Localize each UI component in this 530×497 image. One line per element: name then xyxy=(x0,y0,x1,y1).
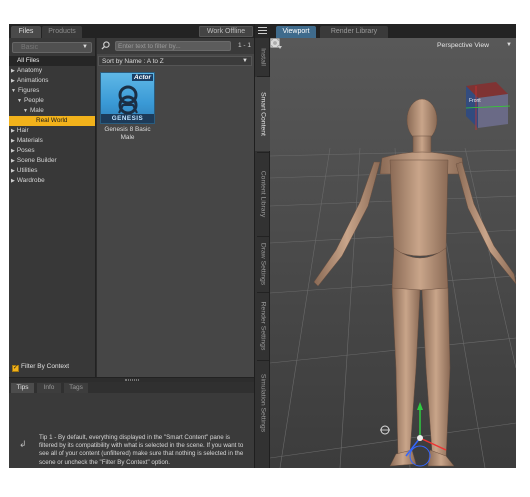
category-item-utilities[interactable]: ▶ Utilities xyxy=(9,166,95,176)
tab-products[interactable]: Products xyxy=(42,26,82,38)
tab-viewport[interactable]: Viewport xyxy=(276,26,316,38)
category-item-wardrobe[interactable]: ▶ Wardrobe xyxy=(9,176,95,186)
tab-draw-settings-label: Draw Settings xyxy=(259,242,267,286)
chevron-down-icon[interactable]: ▼ xyxy=(506,42,512,48)
view-cube-face-label: Front xyxy=(469,98,481,104)
asset-view: 1 - 1 Sort by Name : A to Z ▼ Actor GENE… xyxy=(97,38,254,377)
category-item-male[interactable]: ▼ Male xyxy=(9,106,95,116)
tab-smart-content-label: Smart Content xyxy=(259,92,267,136)
tab-files[interactable]: Files xyxy=(11,26,41,38)
collapse-arrow-icon[interactable]: ▼ xyxy=(23,108,28,114)
category-label: Male xyxy=(29,107,44,114)
category-label: Real World xyxy=(36,117,68,124)
tab-draw-settings[interactable]: Draw Settings xyxy=(255,237,271,291)
sort-label: Sort by Name : A to Z xyxy=(102,58,164,65)
content-pane-tabs: Files Products Work Offline xyxy=(9,24,254,38)
expand-arrow-icon[interactable]: ▶ xyxy=(11,178,15,184)
category-label: Hair xyxy=(16,127,29,134)
category-item-real-world[interactable]: Real World xyxy=(9,116,95,126)
category-item-scene-builder[interactable]: ▶ Scene Builder xyxy=(9,156,95,166)
tip-pointer-icon: ↲ xyxy=(19,439,27,449)
3d-viewport[interactable]: Perspective View ▼ Front xyxy=(270,38,516,468)
expand-arrow-icon[interactable]: ▶ xyxy=(11,168,15,174)
category-item-anatomy[interactable]: ▶ Anatomy xyxy=(9,66,95,76)
category-tree: All Files ▶ Anatomy ▶ Animations ▼ Figures ▼ Peo… xyxy=(9,56,95,186)
daz-studio-window: Files Products Work Offline Basic ▼ All … xyxy=(9,24,516,468)
filter-by-context-checkbox[interactable]: ✓ Filter By Context xyxy=(12,362,69,372)
expand-arrow-icon[interactable]: ▶ xyxy=(11,158,15,164)
checkmark-icon: ✓ xyxy=(12,365,19,372)
category-panel: Basic ▼ All Files ▶ Anatomy ▶ Animations ▼ Fig… xyxy=(9,38,96,377)
menu-icon[interactable] xyxy=(258,27,267,34)
view-layout-icon[interactable] xyxy=(270,38,280,48)
tips-tab-bar: Tips Info Tags xyxy=(9,382,254,393)
tab-install[interactable]: Install xyxy=(255,39,271,75)
category-item-animations[interactable]: ▶ Animations xyxy=(9,76,95,86)
category-label: Anatomy xyxy=(16,67,43,74)
viewport-tab-bar: Viewport Render Library xyxy=(270,24,516,38)
expand-arrow-icon[interactable]: ▶ xyxy=(11,148,15,154)
result-count: 1 - 1 xyxy=(237,42,251,49)
collapse-arrow-icon[interactable]: ▼ xyxy=(11,88,16,94)
chevron-down-icon: ▼ xyxy=(82,44,88,50)
category-label: Wardrobe xyxy=(16,177,45,184)
tab-tags[interactable]: Tags xyxy=(64,383,88,393)
sort-dropdown[interactable]: Sort by Name : A to Z ▼ xyxy=(98,56,252,66)
category-item-hair[interactable]: ▶ Hair xyxy=(9,126,95,136)
expand-arrow-icon[interactable]: ▶ xyxy=(11,78,15,84)
tab-simulation-settings[interactable]: Simulation Settings xyxy=(255,361,271,445)
genesis-label: GENESIS xyxy=(101,114,154,123)
tab-render-settings[interactable]: Render Settings xyxy=(255,293,271,359)
category-label: Utilities xyxy=(16,167,38,174)
tab-render-library[interactable]: Render Library xyxy=(320,26,388,38)
expand-arrow-icon[interactable]: ▶ xyxy=(11,128,15,134)
tab-render-settings-label: Render Settings xyxy=(259,301,267,351)
search-bar: 1 - 1 xyxy=(97,38,254,54)
tips-panel: ↲ Tip 1 - By default, everything display… xyxy=(9,393,254,468)
filter-mode-dropdown[interactable]: Basic ▼ xyxy=(12,42,92,53)
category-item-materials[interactable]: ▶ Materials xyxy=(9,136,95,146)
vertical-tab-strip: Install Smart Content Content Library Dr… xyxy=(254,24,271,468)
category-item-poses[interactable]: ▶ Poses xyxy=(9,146,95,156)
category-label: Poses xyxy=(16,147,35,154)
category-label: Materials xyxy=(16,137,43,144)
tab-content-library-label: Content Library xyxy=(259,170,267,218)
category-label: Figures xyxy=(17,87,40,94)
expand-arrow-icon[interactable]: ▶ xyxy=(11,68,15,74)
category-item-figures[interactable]: ▼ Figures xyxy=(9,86,95,96)
camera-select-label[interactable]: Perspective View xyxy=(437,42,489,49)
tab-smart-content[interactable]: Smart Content xyxy=(255,77,271,151)
asset-thumbnail[interactable]: Actor GENESIS xyxy=(100,72,155,124)
tab-tips[interactable]: Tips xyxy=(11,383,34,393)
tab-simulation-settings-label: Simulation Settings xyxy=(259,373,267,433)
asset-name: Genesis 8 Basic Male xyxy=(100,126,155,142)
category-label: All Files xyxy=(17,57,40,64)
category-item-people[interactable]: ▼ People xyxy=(9,96,95,106)
search-icon[interactable] xyxy=(101,41,110,50)
asset-tile[interactable]: Actor GENESIS Genesis 8 Basic Male xyxy=(100,72,155,142)
asset-name-line2: Male xyxy=(120,134,135,141)
tip-text: Tip 1 - By default, everything displayed… xyxy=(39,434,244,466)
splitter-grip-icon[interactable] xyxy=(125,379,139,381)
work-offline-button[interactable]: Work Offline xyxy=(199,26,253,37)
actor-badge: Actor xyxy=(132,74,153,81)
collapse-arrow-icon[interactable]: ▼ xyxy=(17,98,22,104)
tab-content-library[interactable]: Content Library xyxy=(255,153,271,235)
category-label: Animations xyxy=(16,77,49,84)
tab-install-label: Install xyxy=(259,48,267,66)
filter-by-context-label: Filter By Context xyxy=(21,363,70,370)
chevron-down-icon: ▼ xyxy=(242,58,248,64)
search-input[interactable] xyxy=(115,41,231,51)
pane-menu[interactable] xyxy=(255,24,271,38)
filter-mode-placeholder: Basic xyxy=(21,44,39,51)
category-label: People xyxy=(23,97,44,104)
category-label: Scene Builder xyxy=(16,157,57,164)
expand-arrow-icon[interactable]: ▶ xyxy=(11,138,15,144)
asset-name-line1: Genesis 8 Basic xyxy=(104,126,151,133)
tab-info[interactable]: Info xyxy=(37,383,61,393)
category-item-all-files[interactable]: All Files xyxy=(9,56,95,66)
